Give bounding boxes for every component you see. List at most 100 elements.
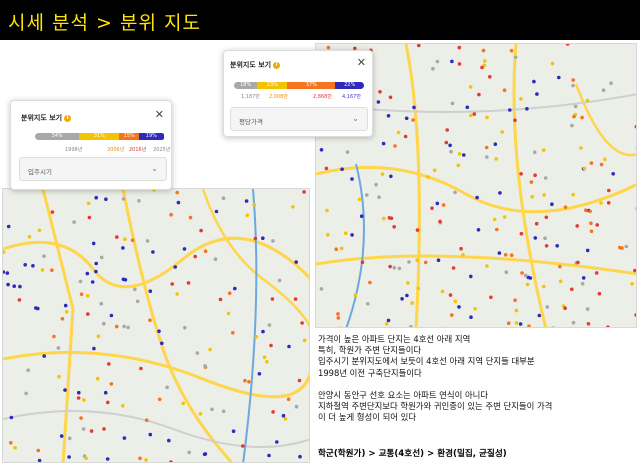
apartment-marker[interactable] — [594, 271, 599, 275]
apartment-marker[interactable] — [350, 177, 354, 181]
apartment-marker[interactable] — [438, 219, 442, 224]
apartment-marker[interactable] — [469, 113, 473, 118]
apartment-marker[interactable] — [343, 231, 348, 235]
apartment-marker[interactable] — [448, 143, 452, 148]
apartment-marker[interactable] — [96, 334, 101, 339]
apartment-marker[interactable] — [440, 289, 445, 294]
apartment-marker[interactable] — [102, 321, 106, 326]
apartment-marker[interactable] — [476, 228, 481, 232]
apartment-marker[interactable] — [378, 90, 382, 94]
apartment-marker[interactable] — [138, 456, 142, 461]
apartment-marker[interactable] — [618, 245, 622, 250]
apartment-marker[interactable] — [277, 278, 282, 283]
apartment-marker[interactable] — [537, 313, 542, 318]
apartment-marker[interactable] — [475, 195, 479, 200]
apartment-marker[interactable] — [175, 190, 179, 195]
apartment-marker[interactable] — [27, 235, 32, 239]
apartment-marker[interactable] — [59, 434, 64, 438]
apartment-marker[interactable] — [221, 409, 226, 414]
apartment-marker[interactable] — [570, 287, 574, 292]
apartment-marker[interactable] — [261, 236, 265, 240]
apartment-marker[interactable] — [403, 134, 408, 139]
apartment-marker[interactable] — [12, 284, 16, 288]
apartment-marker[interactable] — [572, 114, 576, 119]
apartment-marker[interactable] — [557, 75, 561, 80]
price-per-pyeong-select[interactable]: 평당가격 ⌄ — [230, 107, 368, 131]
map-left[interactable] — [2, 188, 310, 463]
apartment-marker[interactable] — [485, 264, 489, 268]
apartment-marker[interactable] — [265, 359, 269, 364]
apartment-marker[interactable] — [202, 452, 207, 457]
apartment-marker[interactable] — [126, 325, 130, 330]
apartment-marker[interactable] — [535, 92, 539, 96]
apartment-marker[interactable] — [176, 200, 181, 205]
apartment-marker[interactable] — [151, 250, 155, 254]
apartment-marker[interactable] — [529, 180, 534, 184]
apartment-marker[interactable] — [218, 297, 223, 302]
apartment-marker[interactable] — [411, 118, 415, 122]
apartment-marker[interactable] — [509, 48, 514, 53]
apartment-marker[interactable] — [144, 418, 149, 422]
apartment-marker[interactable] — [18, 284, 22, 289]
apartment-marker[interactable] — [599, 201, 603, 205]
close-icon[interactable]: ✕ — [357, 57, 366, 68]
apartment-marker[interactable] — [533, 236, 538, 240]
apartment-marker[interactable] — [326, 45, 331, 50]
apartment-marker[interactable] — [233, 286, 237, 291]
apartment-marker[interactable] — [103, 390, 108, 395]
apartment-marker[interactable] — [148, 432, 153, 437]
apartment-marker[interactable] — [388, 95, 393, 100]
apartment-marker[interactable] — [87, 215, 92, 220]
apartment-marker[interactable] — [165, 385, 169, 390]
apartment-marker[interactable] — [435, 201, 440, 206]
apartment-marker[interactable] — [271, 239, 275, 243]
apartment-marker[interactable] — [558, 264, 562, 269]
apartment-marker[interactable] — [541, 148, 546, 152]
apartment-marker[interactable] — [253, 236, 258, 241]
apartment-marker[interactable] — [489, 295, 493, 300]
apartment-marker[interactable] — [480, 65, 484, 70]
apartment-marker[interactable] — [392, 265, 397, 270]
apartment-marker[interactable] — [589, 221, 593, 226]
apartment-marker[interactable] — [513, 55, 518, 60]
apartment-marker[interactable] — [173, 265, 177, 269]
apartment-marker[interactable] — [513, 298, 517, 302]
apartment-marker[interactable] — [576, 260, 580, 265]
apartment-marker[interactable] — [544, 215, 549, 220]
apartment-marker[interactable] — [396, 130, 401, 135]
apartment-marker[interactable] — [254, 335, 259, 339]
apartment-marker[interactable] — [545, 305, 550, 309]
apartment-marker[interactable] — [94, 269, 98, 274]
apartment-marker[interactable] — [580, 115, 584, 120]
apartment-marker[interactable] — [199, 228, 203, 233]
apartment-marker[interactable] — [461, 253, 465, 257]
apartment-marker[interactable] — [457, 152, 462, 156]
apartment-marker[interactable] — [397, 266, 402, 271]
apartment-marker[interactable] — [543, 176, 548, 180]
apartment-marker[interactable] — [94, 195, 98, 200]
apartment-marker[interactable] — [465, 105, 470, 110]
apartment-marker[interactable] — [450, 101, 455, 106]
apartment-marker[interactable] — [37, 458, 42, 463]
apartment-marker[interactable] — [99, 301, 104, 306]
apartment-marker[interactable] — [453, 299, 458, 304]
apartment-marker[interactable] — [319, 148, 324, 152]
apartment-marker[interactable] — [63, 303, 68, 308]
apartment-marker[interactable] — [170, 282, 174, 286]
apartment-marker[interactable] — [393, 144, 397, 148]
apartment-marker[interactable] — [139, 366, 143, 371]
apartment-marker[interactable] — [450, 59, 454, 64]
apartment-marker[interactable] — [353, 293, 358, 297]
apartment-marker[interactable] — [527, 324, 531, 328]
apartment-marker[interactable] — [386, 318, 391, 323]
apartment-marker[interactable] — [297, 378, 302, 383]
apartment-marker[interactable] — [457, 62, 462, 66]
apartment-marker[interactable] — [326, 232, 330, 237]
apartment-marker[interactable] — [518, 322, 523, 326]
apartment-marker[interactable] — [324, 166, 329, 171]
apartment-marker[interactable] — [426, 175, 430, 179]
apartment-marker[interactable] — [550, 202, 554, 206]
apartment-marker[interactable] — [334, 247, 338, 251]
apartment-marker[interactable] — [563, 306, 567, 311]
apartment-marker[interactable] — [585, 307, 590, 311]
